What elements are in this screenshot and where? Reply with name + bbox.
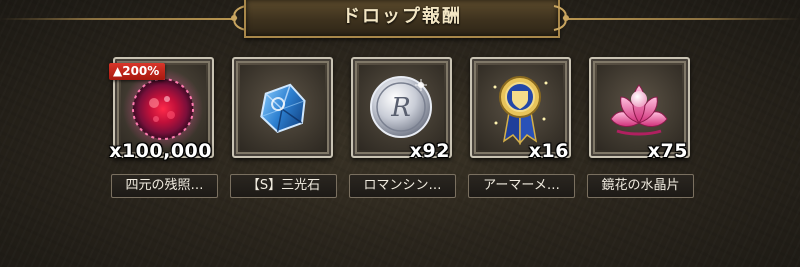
page-title: ドロップ報酬 xyxy=(342,6,462,27)
reward-item-2[interactable]: 【S】三光石 xyxy=(230,57,337,207)
svg-text:R: R xyxy=(390,93,411,123)
reward-quantity: x75 xyxy=(647,140,688,162)
reward-name: 四元の残照… xyxy=(111,174,218,198)
reward-quantity: x92 xyxy=(409,140,450,162)
reward-name: アーマーメ… xyxy=(468,174,575,198)
reward-name: ロマンシン… xyxy=(349,174,456,198)
medal-icon xyxy=(493,76,548,145)
reward-frame xyxy=(232,57,333,158)
reward-item-1[interactable]: ▲200% x100,000 四元の残照… xyxy=(109,57,218,207)
header-divider-right xyxy=(568,18,800,20)
reward-item-5[interactable]: x75 鏡花の水晶片 xyxy=(587,57,694,207)
drop-rewards-header: ドロップ報酬 xyxy=(0,0,800,40)
reward-quantity: x100,000 xyxy=(109,140,212,162)
header-divider-left xyxy=(0,18,232,20)
bonus-badge: ▲200% xyxy=(109,63,166,80)
reward-item-3[interactable]: R x92 ロマンシン… xyxy=(349,57,456,207)
ornament-right-icon xyxy=(553,5,569,31)
silver-coin-icon: R xyxy=(370,76,432,138)
blue-crystal-icon xyxy=(260,83,306,134)
reward-item-4[interactable]: x16 アーマーメ… xyxy=(468,57,575,207)
reward-name: 鏡花の水晶片 xyxy=(587,174,694,198)
reward-quantity: x16 xyxy=(528,140,569,162)
pink-lotus-icon xyxy=(610,84,668,136)
reward-name: 【S】三光石 xyxy=(230,174,337,198)
header-plate: ドロップ報酬 xyxy=(244,0,560,38)
